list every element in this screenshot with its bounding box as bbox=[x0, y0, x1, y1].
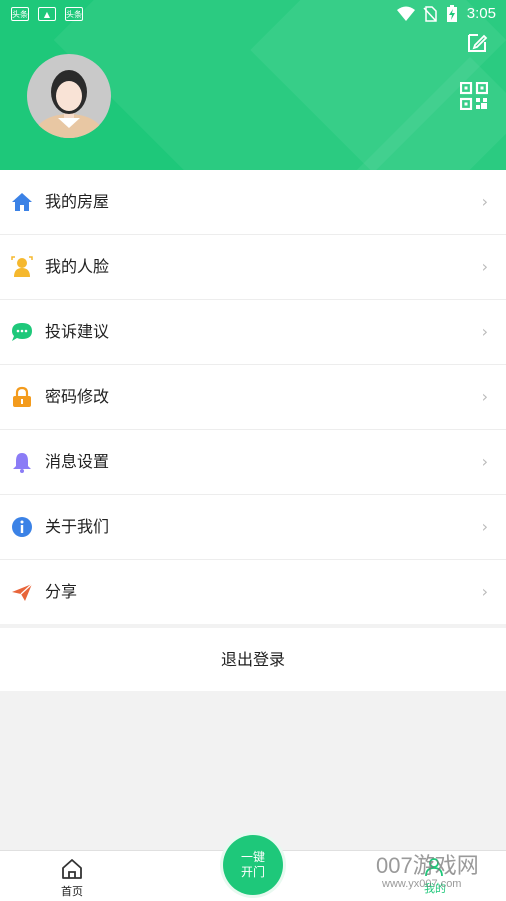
menu-item-share[interactable]: 分享 › bbox=[0, 560, 506, 624]
menu-item-message-settings[interactable]: 消息设置 › bbox=[0, 430, 506, 495]
info-icon bbox=[12, 517, 32, 537]
image-notification-icon: ▲ bbox=[38, 7, 56, 21]
wifi-icon bbox=[397, 6, 415, 21]
watermark-title: 007游戏网 bbox=[376, 853, 479, 878]
face-icon bbox=[11, 256, 33, 277]
menu-item-label: 我的房屋 bbox=[45, 192, 110, 211]
menu-item-label: 投诉建议 bbox=[45, 322, 110, 341]
logout-button[interactable]: 退出登录 bbox=[0, 628, 506, 691]
one-key-open-door-button[interactable]: 一键 开门 bbox=[223, 835, 283, 895]
menu-item-label: 密码修改 bbox=[45, 387, 110, 406]
paper-plane-icon bbox=[12, 583, 33, 601]
watermark-url: www.yx007.com bbox=[382, 878, 462, 890]
chevron-right-icon: › bbox=[481, 387, 488, 406]
menu-item-my-face[interactable]: 我的人脸 › bbox=[0, 235, 506, 300]
settings-menu: 我的房屋 › 我的人脸 › 投诉建议 › 密码修改 › 消息设置 › 关于我们 … bbox=[0, 170, 506, 624]
toutiao-notification-icon: 头条 bbox=[65, 7, 83, 21]
menu-item-label: 分享 bbox=[45, 582, 78, 601]
menu-item-label: 关于我们 bbox=[45, 517, 110, 536]
chevron-right-icon: › bbox=[481, 517, 488, 536]
bell-icon bbox=[13, 453, 31, 473]
chat-icon bbox=[12, 323, 32, 341]
avatar[interactable] bbox=[27, 54, 111, 138]
no-sim-icon bbox=[423, 6, 437, 22]
house-icon bbox=[12, 193, 32, 211]
menu-item-change-password[interactable]: 密码修改 › bbox=[0, 365, 506, 430]
edit-icon[interactable] bbox=[466, 32, 488, 54]
door-button-line1: 一键 bbox=[240, 850, 265, 864]
chevron-right-icon: › bbox=[481, 322, 488, 341]
site-watermark: 007游戏网 www.yx007.com bbox=[376, 848, 506, 900]
chevron-right-icon: › bbox=[481, 192, 488, 211]
door-button-line2: 开门 bbox=[240, 865, 265, 879]
menu-item-my-house[interactable]: 我的房屋 › bbox=[0, 170, 506, 235]
chevron-right-icon: › bbox=[481, 452, 488, 471]
status-time: 3:05 bbox=[466, 5, 496, 22]
chevron-right-icon: › bbox=[481, 582, 488, 601]
menu-item-about-us[interactable]: 关于我们 › bbox=[0, 495, 506, 560]
battery-charging-icon bbox=[447, 5, 457, 22]
qr-code-icon[interactable] bbox=[460, 82, 488, 110]
profile-header: 头条 ▲ 头条 3:05 bbox=[0, 0, 506, 170]
menu-item-label: 我的人脸 bbox=[45, 257, 110, 276]
lock-icon bbox=[13, 386, 31, 407]
menu-item-label: 消息设置 bbox=[45, 452, 110, 471]
status-bar: 头条 ▲ 头条 3:05 bbox=[0, 0, 506, 30]
user-avatar-icon bbox=[35, 70, 103, 138]
toutiao-notification-icon: 头条 bbox=[11, 7, 29, 21]
home-icon bbox=[62, 859, 82, 879]
nav-home-label: 首页 bbox=[61, 885, 83, 898]
menu-item-complaints[interactable]: 投诉建议 › bbox=[0, 300, 506, 365]
chevron-right-icon: › bbox=[481, 257, 488, 276]
